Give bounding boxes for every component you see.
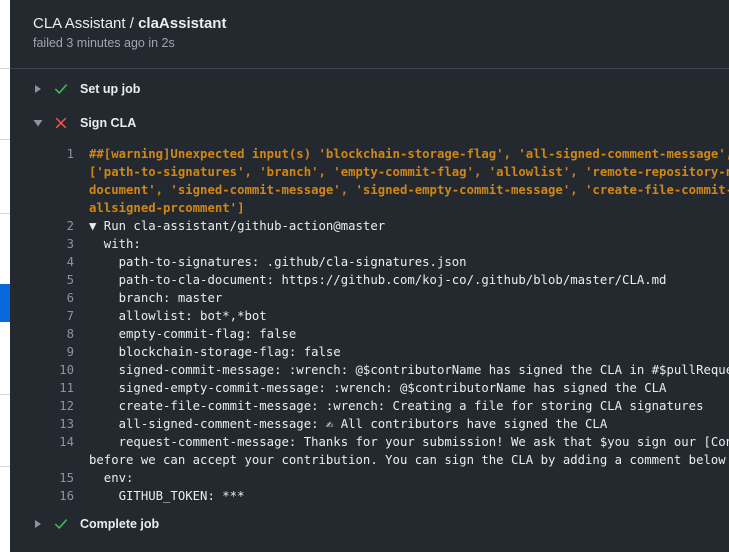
- log-line-number[interactable]: 13: [50, 415, 74, 433]
- log-line-text: empty-commit-flag: false: [89, 327, 297, 341]
- log-line: 9 blockchain-storage-flag: false: [10, 343, 729, 361]
- log-line: 15 env:: [10, 469, 729, 487]
- log-line-text: allowlist: bot*,*bot: [89, 309, 267, 323]
- log-line: 13 all-signed-comment-message: ✍ All con…: [10, 415, 729, 433]
- log-line-number[interactable]: 16: [50, 487, 74, 505]
- log-line: 6 branch: master: [10, 289, 729, 307]
- log-line-text: request-comment-message: Thanks for your…: [89, 435, 729, 449]
- log-line-number[interactable]: 10: [50, 361, 74, 379]
- check-icon: [54, 519, 68, 529]
- log-line-text: blockchain-storage-flag: false: [89, 345, 341, 359]
- log-line-number[interactable]: 4: [50, 253, 74, 271]
- log-line-number[interactable]: 7: [50, 307, 74, 325]
- sidebar-active-job-indicator[interactable]: [0, 284, 10, 322]
- chevron-right-icon[interactable]: [32, 83, 44, 95]
- log-line-number[interactable]: 14: [50, 433, 74, 451]
- log-line: 10 signed-commit-message: :wrench: @$con…: [10, 361, 729, 379]
- log-line-text: document', 'signed-commit-message', 'sig…: [89, 183, 729, 197]
- log-line: 11 signed-empty-commit-message: :wrench:…: [10, 379, 729, 397]
- log-line: 4 path-to-signatures: .github/cla-signat…: [10, 253, 729, 271]
- job-log-panel: CLA Assistant / claAssistant failed 3 mi…: [10, 0, 729, 552]
- log-line-text: with:: [89, 237, 141, 251]
- step-label: Complete job: [80, 517, 160, 531]
- log-line: allsigned-prcomment']: [10, 199, 729, 217]
- log-line-number[interactable]: 11: [50, 379, 74, 397]
- x-icon: [55, 117, 67, 129]
- log-line-text: ▼ Run cla-assistant/github-action@master: [89, 219, 386, 233]
- log-line: 2 ▼ Run cla-assistant/github-action@maste…: [10, 217, 729, 235]
- step-label: Set up job: [80, 82, 141, 96]
- log-line-text: create-file-commit-message: :wrench: Cre…: [89, 399, 704, 413]
- step-set-up-job[interactable]: Set up job: [10, 77, 729, 103]
- log-line-text: path-to-signatures: .github/cla-signatur…: [89, 255, 467, 269]
- log-line-text: path-to-cla-document: https://github.com…: [89, 273, 667, 287]
- job-name: claAssistant: [138, 15, 227, 32]
- sidebar-divider: [0, 68, 10, 69]
- log-line: document', 'signed-commit-message', 'sig…: [10, 181, 729, 199]
- log-line-text: signed-commit-message: :wrench: @$contri…: [89, 363, 729, 377]
- log-line: 5 path-to-cla-document: https://github.c…: [10, 271, 729, 289]
- log-line-text: allsigned-prcomment']: [89, 201, 245, 215]
- job-header: CLA Assistant / claAssistant failed 3 mi…: [10, 0, 729, 69]
- sidebar-divider: [0, 394, 10, 395]
- job-status-line: failed 3 minutes ago in 2s: [33, 36, 175, 50]
- log-line: 7 allowlist: bot*,*bot: [10, 307, 729, 325]
- log-line-text: before we can accept your contribution. …: [89, 453, 729, 467]
- sidebar-divider: [0, 466, 10, 467]
- sidebar-divider: [0, 139, 10, 140]
- log-line-number[interactable]: 2: [50, 217, 74, 235]
- log-line: ['path-to-signatures', 'branch', 'empty-…: [10, 163, 729, 181]
- log-line-text: branch: master: [89, 291, 223, 305]
- log-line-text: signed-empty-commit-message: :wrench: @$…: [89, 381, 667, 395]
- chevron-down-icon[interactable]: [32, 117, 44, 129]
- log-line: before we can accept your contribution. …: [10, 451, 729, 469]
- step-label: Sign CLA: [80, 116, 137, 130]
- log-line-text: GITHUB_TOKEN: ***: [89, 489, 245, 503]
- job-title: CLA Assistant / claAssistant: [33, 15, 226, 32]
- log-line-text: env:: [89, 471, 134, 485]
- log-line-number[interactable]: 3: [50, 235, 74, 253]
- log-line: 8 empty-commit-flag: false: [10, 325, 729, 343]
- chevron-right-icon[interactable]: [32, 518, 44, 530]
- log-line-number[interactable]: 1: [50, 145, 74, 163]
- title-separator: /: [125, 15, 139, 32]
- log-line-number[interactable]: 6: [50, 289, 74, 307]
- log-line-number[interactable]: 5: [50, 271, 74, 289]
- log-line-number[interactable]: 12: [50, 397, 74, 415]
- workflow-name[interactable]: CLA Assistant: [33, 15, 126, 32]
- step-complete-job[interactable]: Complete job: [10, 512, 729, 538]
- log-line-text: ['path-to-signatures', 'branch', 'empty-…: [89, 165, 729, 179]
- page-sidebar-edge: [0, 0, 10, 552]
- step-log-output: 1 ##[warning]Unexpected input(s) 'blockch…: [10, 145, 729, 505]
- check-icon: [54, 84, 68, 94]
- log-line: 1 ##[warning]Unexpected input(s) 'blockch…: [10, 145, 729, 163]
- log-line-text: ##[warning]Unexpected input(s) 'blockcha…: [89, 147, 729, 161]
- log-line-number[interactable]: 15: [50, 469, 74, 487]
- log-line: 3 with:: [10, 235, 729, 253]
- log-line-text: all-signed-comment-message: ✍ All contri…: [89, 417, 608, 431]
- log-line-number[interactable]: 8: [50, 325, 74, 343]
- log-line: 14 request-comment-message: Thanks for y…: [10, 433, 729, 451]
- log-line: 12 create-file-commit-message: :wrench: …: [10, 397, 729, 415]
- step-sign-cla[interactable]: Sign CLA: [10, 111, 729, 137]
- log-line: 16 GITHUB_TOKEN: ***: [10, 487, 729, 505]
- sidebar-divider: [0, 213, 10, 214]
- log-line-number[interactable]: 9: [50, 343, 74, 361]
